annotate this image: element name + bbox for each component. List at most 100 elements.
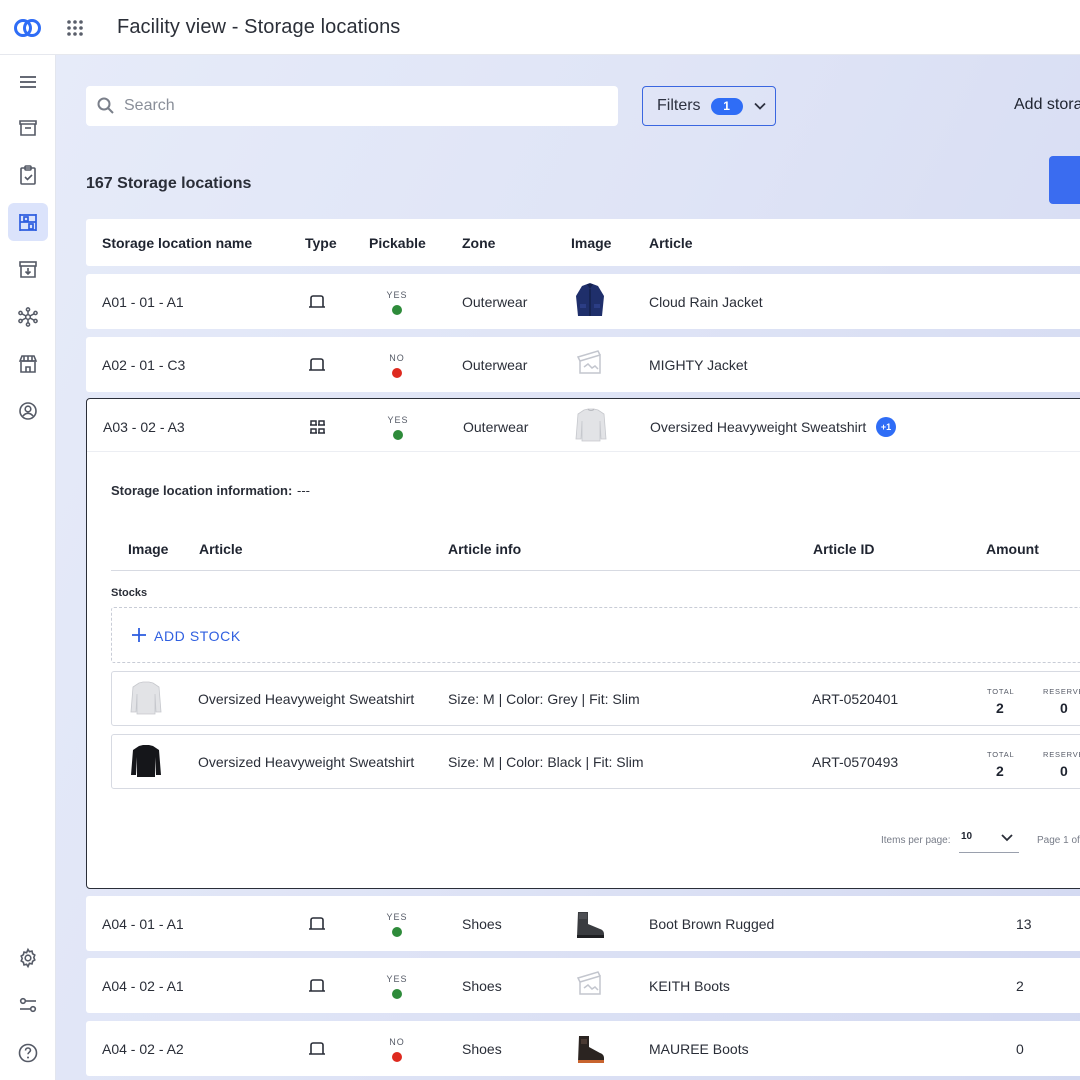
pickable-no-dot bbox=[392, 368, 402, 378]
total-label: TOTAL bbox=[987, 750, 1015, 759]
details-column-amount[interactable]: Amount bbox=[986, 541, 1039, 557]
zone: Shoes bbox=[462, 916, 502, 932]
column-header-image: Image bbox=[571, 235, 612, 251]
app-logo[interactable] bbox=[13, 18, 43, 38]
settings-icon[interactable] bbox=[8, 939, 48, 977]
article-image bbox=[576, 283, 604, 316]
search-input[interactable] bbox=[124, 86, 604, 126]
sidebar bbox=[0, 55, 56, 1080]
search-box bbox=[86, 86, 618, 126]
sliders-icon[interactable] bbox=[8, 986, 48, 1024]
storage-location-name: A02 - 01 - C3 bbox=[102, 357, 186, 373]
stocks-label: Stocks bbox=[111, 587, 148, 599]
table-row[interactable]: A02 - 01 - C3 NO Outerwear MIGHTY Jacket bbox=[86, 337, 1080, 392]
help-icon[interactable] bbox=[8, 1034, 48, 1072]
details-column-article-info: Article info bbox=[448, 541, 522, 557]
clipboard-check-icon[interactable] bbox=[8, 156, 48, 194]
article-image bbox=[130, 681, 162, 715]
column-header-pickable[interactable]: Pickable bbox=[369, 235, 426, 251]
inbox-icon[interactable] bbox=[8, 250, 48, 288]
details-column-article[interactable]: Article bbox=[199, 541, 243, 557]
stock-article-name: Oversized Heavyweight Sweatshirt bbox=[198, 754, 415, 770]
total-value: 2 bbox=[996, 763, 1004, 779]
article-name: MAUREE Boots bbox=[649, 1041, 749, 1057]
article-image bbox=[578, 1036, 604, 1063]
pickable-status: NO bbox=[377, 1037, 417, 1062]
image-placeholder-icon bbox=[576, 971, 601, 995]
divider bbox=[87, 451, 1080, 452]
main-content: Filters 1 Add stora 167 Storage location… bbox=[56, 55, 1080, 1080]
store-icon[interactable] bbox=[8, 345, 48, 383]
pickable-yes-dot bbox=[392, 989, 402, 999]
filters-label: Filters bbox=[657, 97, 701, 114]
chevron-down-icon bbox=[1001, 834, 1013, 842]
items-per-page-select[interactable]: 10 bbox=[959, 827, 1019, 853]
plus-icon bbox=[132, 628, 146, 642]
add-storage-location-link[interactable]: Add stora bbox=[1014, 96, 1080, 114]
storage-location-name[interactable]: A03 - 02 - A3 bbox=[103, 419, 185, 435]
article-name: Cloud Rain Jacket bbox=[649, 294, 763, 310]
network-icon[interactable] bbox=[8, 298, 48, 336]
zone: Shoes bbox=[462, 1041, 502, 1057]
page-title: Facility view - Storage locations bbox=[117, 16, 401, 38]
apps-grid-icon[interactable] bbox=[66, 19, 84, 37]
pickable-status: YES bbox=[377, 974, 417, 999]
page-indicator: Page 1 of bbox=[1037, 835, 1080, 846]
divider bbox=[111, 570, 1080, 571]
pickable-status: YES bbox=[378, 415, 418, 440]
multi-bin-type-icon bbox=[310, 420, 325, 434]
table-header: Storage location name Type Pickable Zone… bbox=[86, 219, 1080, 266]
column-header-type[interactable]: Type bbox=[305, 235, 337, 251]
column-header-name[interactable]: Storage location name bbox=[102, 235, 252, 251]
storage-location-name: A04 - 02 - A2 bbox=[102, 1041, 184, 1057]
shelf-icon[interactable] bbox=[8, 203, 48, 241]
storage-location-info-value: --- bbox=[297, 483, 310, 498]
table-row[interactable]: A04 - 01 - A1 YES Shoes Boot Brown Rugge… bbox=[86, 896, 1080, 951]
column-header-article[interactable]: Article bbox=[649, 235, 693, 251]
image-placeholder-icon bbox=[576, 350, 601, 374]
zone: Outerwear bbox=[462, 294, 528, 310]
quantity: 13 bbox=[1016, 916, 1032, 932]
table-row[interactable]: A04 - 02 - A1 YES Shoes KEITH Boots 2 bbox=[86, 958, 1080, 1013]
search-icon bbox=[97, 97, 114, 114]
add-stock-label: ADD STOCK bbox=[154, 628, 241, 644]
table-row[interactable]: A01 - 01 - A1 YES Outerwear Cloud Rain J… bbox=[86, 274, 1080, 329]
storage-bin-icon[interactable] bbox=[8, 109, 48, 147]
filters-button[interactable]: Filters 1 bbox=[642, 86, 776, 126]
total-label: TOTAL bbox=[987, 687, 1015, 696]
bin-type-icon bbox=[309, 295, 325, 308]
menu-icon[interactable] bbox=[8, 63, 48, 101]
reserved-label: RESERVE bbox=[1043, 750, 1080, 759]
reserved-value: 0 bbox=[1060, 763, 1068, 779]
bin-type-icon bbox=[309, 917, 325, 930]
stock-article-id: ART-0570493 bbox=[812, 754, 899, 770]
pickable-yes-dot bbox=[392, 305, 402, 315]
additional-articles-badge[interactable]: +1 bbox=[876, 417, 896, 437]
storage-location-info-label: Storage location information: bbox=[111, 483, 293, 498]
table-row[interactable]: A04 - 02 - A2 NO Shoes MAUREE Boots 0 bbox=[86, 1021, 1080, 1076]
bin-type-icon bbox=[309, 1042, 325, 1055]
account-icon[interactable] bbox=[8, 392, 48, 430]
details-column-article-id[interactable]: Article ID bbox=[813, 541, 874, 557]
pickable-yes-dot bbox=[393, 430, 403, 440]
details-column-image: Image bbox=[128, 541, 169, 557]
stock-row[interactable]: Oversized Heavyweight Sweatshirt Size: M… bbox=[111, 671, 1080, 726]
storage-location-name: A01 - 01 - A1 bbox=[102, 294, 184, 310]
article-name: MIGHTY Jacket bbox=[649, 357, 748, 373]
items-per-page-value: 10 bbox=[961, 831, 973, 842]
quantity: 0 bbox=[1016, 1041, 1024, 1057]
pickable-no-dot bbox=[392, 1052, 402, 1062]
zone: Outerwear bbox=[462, 357, 528, 373]
article-name: Oversized Heavyweight Sweatshirt bbox=[650, 419, 867, 435]
bin-type-icon bbox=[309, 979, 325, 992]
pickable-yes-dot bbox=[392, 927, 402, 937]
pickable-status: NO bbox=[377, 353, 417, 378]
total-value: 2 bbox=[996, 700, 1004, 716]
primary-action-button[interactable] bbox=[1049, 156, 1080, 204]
top-bar: Facility view - Storage locations bbox=[0, 0, 1080, 55]
article-name: Boot Brown Rugged bbox=[649, 916, 775, 932]
stock-row[interactable]: Oversized Heavyweight Sweatshirt Size: M… bbox=[111, 734, 1080, 789]
add-stock-button[interactable]: ADD STOCK bbox=[111, 607, 1080, 663]
stock-article-name: Oversized Heavyweight Sweatshirt bbox=[198, 691, 415, 707]
column-header-zone[interactable]: Zone bbox=[462, 235, 495, 251]
